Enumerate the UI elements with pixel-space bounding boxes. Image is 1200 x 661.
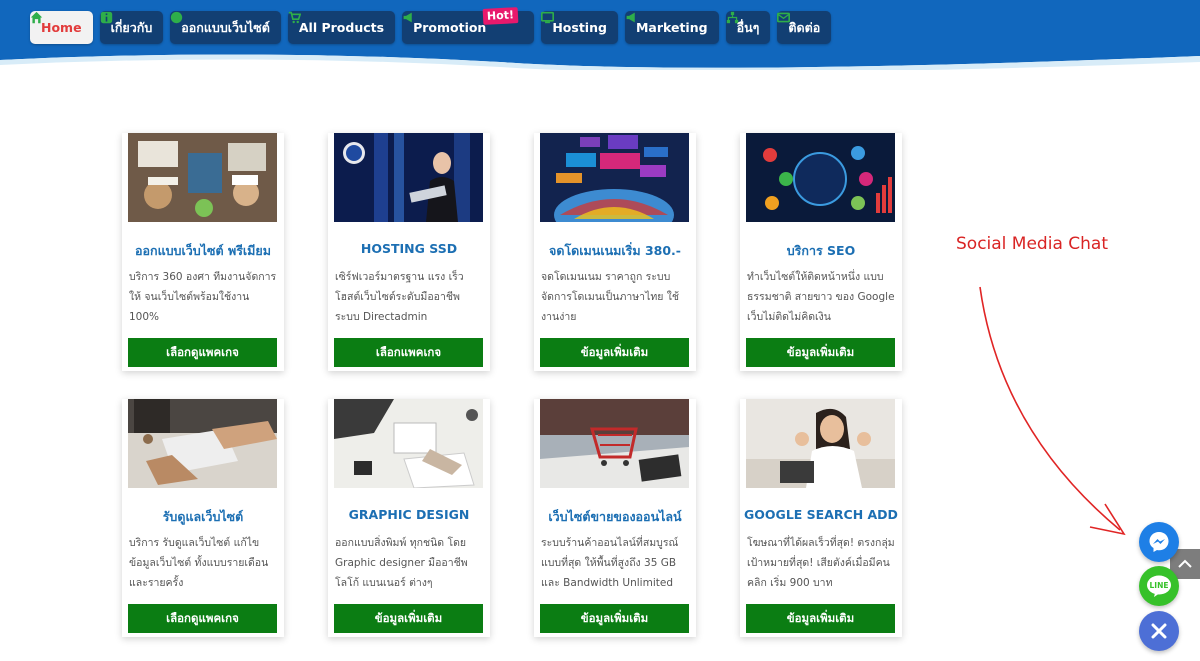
product-card[interactable]: เว็บไซต์ขายของออนไลน์ ระบบร้านค้าออนไลน์… bbox=[534, 399, 696, 637]
nav-item-label: เกี่ยวกับ bbox=[110, 19, 153, 35]
nav-item-label: Promotion bbox=[413, 20, 487, 35]
card-description: ทำเว็บไซต์ให้ติดหน้าหนึ่ง แบบธรรมชาติ สา… bbox=[747, 271, 895, 323]
view-package-button[interactable]: เลือกดูแพคเกจ bbox=[128, 338, 277, 367]
hosting-photo[interactable] bbox=[334, 133, 483, 222]
line-chat-button[interactable]: LINE bbox=[1139, 566, 1179, 606]
card-description: เซิร์ฟเวอร์มาตรฐาน แรง เร็ว โฮสต์เว็บไซต… bbox=[335, 271, 464, 323]
card-title: HOSTING SSD bbox=[360, 241, 458, 256]
nav-item-label: All Products bbox=[298, 20, 385, 35]
card-title: เว็บไซต์ขายของออนไลน์ bbox=[548, 509, 682, 524]
close-icon bbox=[1151, 623, 1167, 639]
megaphone-icon bbox=[626, 12, 635, 23]
card-title: ออกแบบเว็บไซต์ พรีเมียม bbox=[134, 243, 271, 258]
hot-badge: Hot! bbox=[482, 7, 519, 25]
globe-icon bbox=[171, 11, 183, 24]
product-card[interactable]: บริการ SEO ทำเว็บไซต์ให้ติดหน้าหนึ่ง แบบ… bbox=[740, 133, 902, 371]
card-description: ระบบร้านค้าออนไลน์ที่สมบูรณ์แบบที่สุด ให… bbox=[541, 537, 679, 589]
nav-item-web-design[interactable]: ออกแบบเว็บไซต์ bbox=[170, 11, 281, 44]
team-meeting-photo[interactable] bbox=[128, 133, 277, 222]
chevron-up-icon bbox=[1178, 559, 1192, 568]
nav-item-label: Marketing bbox=[635, 20, 708, 35]
card-title: GRAPHIC DESIGN bbox=[348, 507, 470, 522]
woman-laptop-photo[interactable] bbox=[746, 399, 895, 488]
laptop-desk-photo[interactable] bbox=[128, 399, 277, 488]
megaphone-icon bbox=[403, 12, 412, 23]
product-grid: ออกแบบเว็บไซต์ พรีเมียม บริการ 360 องศา … bbox=[0, 0, 1200, 661]
domain-photo[interactable] bbox=[540, 133, 689, 222]
product-card[interactable]: GOOGLE SEARCH ADD โฆษณาที่ได้ผลเร็วที่สุ… bbox=[740, 399, 902, 637]
info-icon bbox=[100, 11, 112, 24]
nav-item-promotion[interactable]: Promotion Hot! bbox=[402, 7, 535, 44]
product-card[interactable]: HOSTING SSD เซิร์ฟเวอร์มาตรฐาน แรง เร็ว … bbox=[328, 133, 490, 371]
line-icon: LINE bbox=[1147, 575, 1171, 597]
nav-item-label: Home bbox=[41, 20, 82, 35]
annotation-label: Social Media Chat bbox=[956, 234, 1108, 254]
card-title: รับดูแลเว็บไซต์ bbox=[162, 509, 244, 524]
nav-item-label: Hosting bbox=[552, 20, 607, 35]
cart-icon bbox=[288, 11, 301, 24]
nav-item-contact[interactable]: ติดต่อ bbox=[777, 11, 832, 44]
card-description: บริการ 360 องศา ทีมงานจัดการให้ จนเว็บไซ… bbox=[129, 271, 277, 323]
select-package-button[interactable]: เลือกแพคเกจ bbox=[334, 338, 483, 367]
card-description: บริการ รับดูแลเว็บไซต์ แก้ไขข้อมูลเว็บไซ… bbox=[129, 537, 269, 589]
messenger-chat-button[interactable] bbox=[1139, 522, 1179, 562]
product-card[interactable]: ออกแบบเว็บไซต์ พรีเมียม บริการ 360 องศา … bbox=[122, 133, 284, 371]
card-title: GOOGLE SEARCH ADD bbox=[744, 507, 898, 522]
nav-item-hosting[interactable]: Hosting bbox=[541, 11, 618, 44]
more-info-button[interactable]: ข้อมูลเพิ่มเติม bbox=[746, 604, 895, 633]
seo-photo[interactable] bbox=[746, 133, 895, 222]
product-card[interactable]: รับดูแลเว็บไซต์ บริการ รับดูแลเว็บไซต์ แ… bbox=[122, 399, 284, 637]
monitor-icon bbox=[541, 11, 555, 24]
more-info-button[interactable]: ข้อมูลเพิ่มเติม bbox=[540, 338, 689, 367]
card-title: บริการ SEO bbox=[786, 243, 856, 258]
card-description: ออกแบบสิ่งพิมพ์ ทุกชนิด โดย Graphic desi… bbox=[335, 537, 468, 589]
more-info-button[interactable]: ข้อมูลเพิ่มเติม bbox=[334, 604, 483, 633]
nav-item-home[interactable]: Home bbox=[30, 11, 93, 44]
nav-item-about[interactable]: เกี่ยวกับ bbox=[99, 11, 164, 44]
close-chat-widget-button[interactable] bbox=[1139, 611, 1179, 651]
sitemap-icon bbox=[726, 11, 738, 24]
line-icon-text: LINE bbox=[1150, 581, 1169, 590]
home-icon bbox=[30, 11, 43, 24]
nav-item-others[interactable]: อื่นๆ bbox=[725, 11, 771, 44]
envelope-icon bbox=[777, 12, 791, 23]
nav-item-label: ติดต่อ bbox=[788, 19, 821, 35]
card-description: จดโดเมนเนม ราคาถูก ระบบจัดการโดเมนเป็นภา… bbox=[541, 271, 680, 323]
top-navigation-bar: Home เกี่ยวกับ ออกแบบเว็บไซต์ All Produc… bbox=[0, 0, 1200, 70]
main-menu: Home เกี่ยวกับ ออกแบบเว็บไซต์ All Produc… bbox=[30, 7, 832, 44]
nav-item-marketing[interactable]: Marketing bbox=[624, 11, 719, 44]
nav-item-label: ออกแบบเว็บไซต์ bbox=[181, 19, 270, 35]
messenger-icon bbox=[1149, 532, 1169, 552]
card-title: จดโดเมนเนมเริ่ม 380.- bbox=[549, 243, 681, 258]
shopping-cart-photo[interactable] bbox=[540, 399, 689, 488]
view-package-button[interactable]: เลือกดูแพคเกจ bbox=[128, 604, 277, 633]
nav-item-all-products[interactable]: All Products bbox=[287, 11, 396, 44]
more-info-button[interactable]: ข้อมูลเพิ่มเติม bbox=[540, 604, 689, 633]
card-description: โฆษณาที่ได้ผลเร็วที่สุด! ตรงกลุ่มเป้าหมา… bbox=[747, 537, 895, 589]
product-card[interactable]: GRAPHIC DESIGN ออกแบบสิ่งพิมพ์ ทุกชนิด โ… bbox=[328, 399, 490, 637]
designer-photo[interactable] bbox=[334, 399, 483, 488]
product-card[interactable]: จดโดเมนเนมเริ่ม 380.- จดโดเมนเนม ราคาถูก… bbox=[534, 133, 696, 371]
nav-item-label: อื่นๆ bbox=[736, 19, 760, 35]
more-info-button[interactable]: ข้อมูลเพิ่มเติม bbox=[746, 338, 895, 367]
